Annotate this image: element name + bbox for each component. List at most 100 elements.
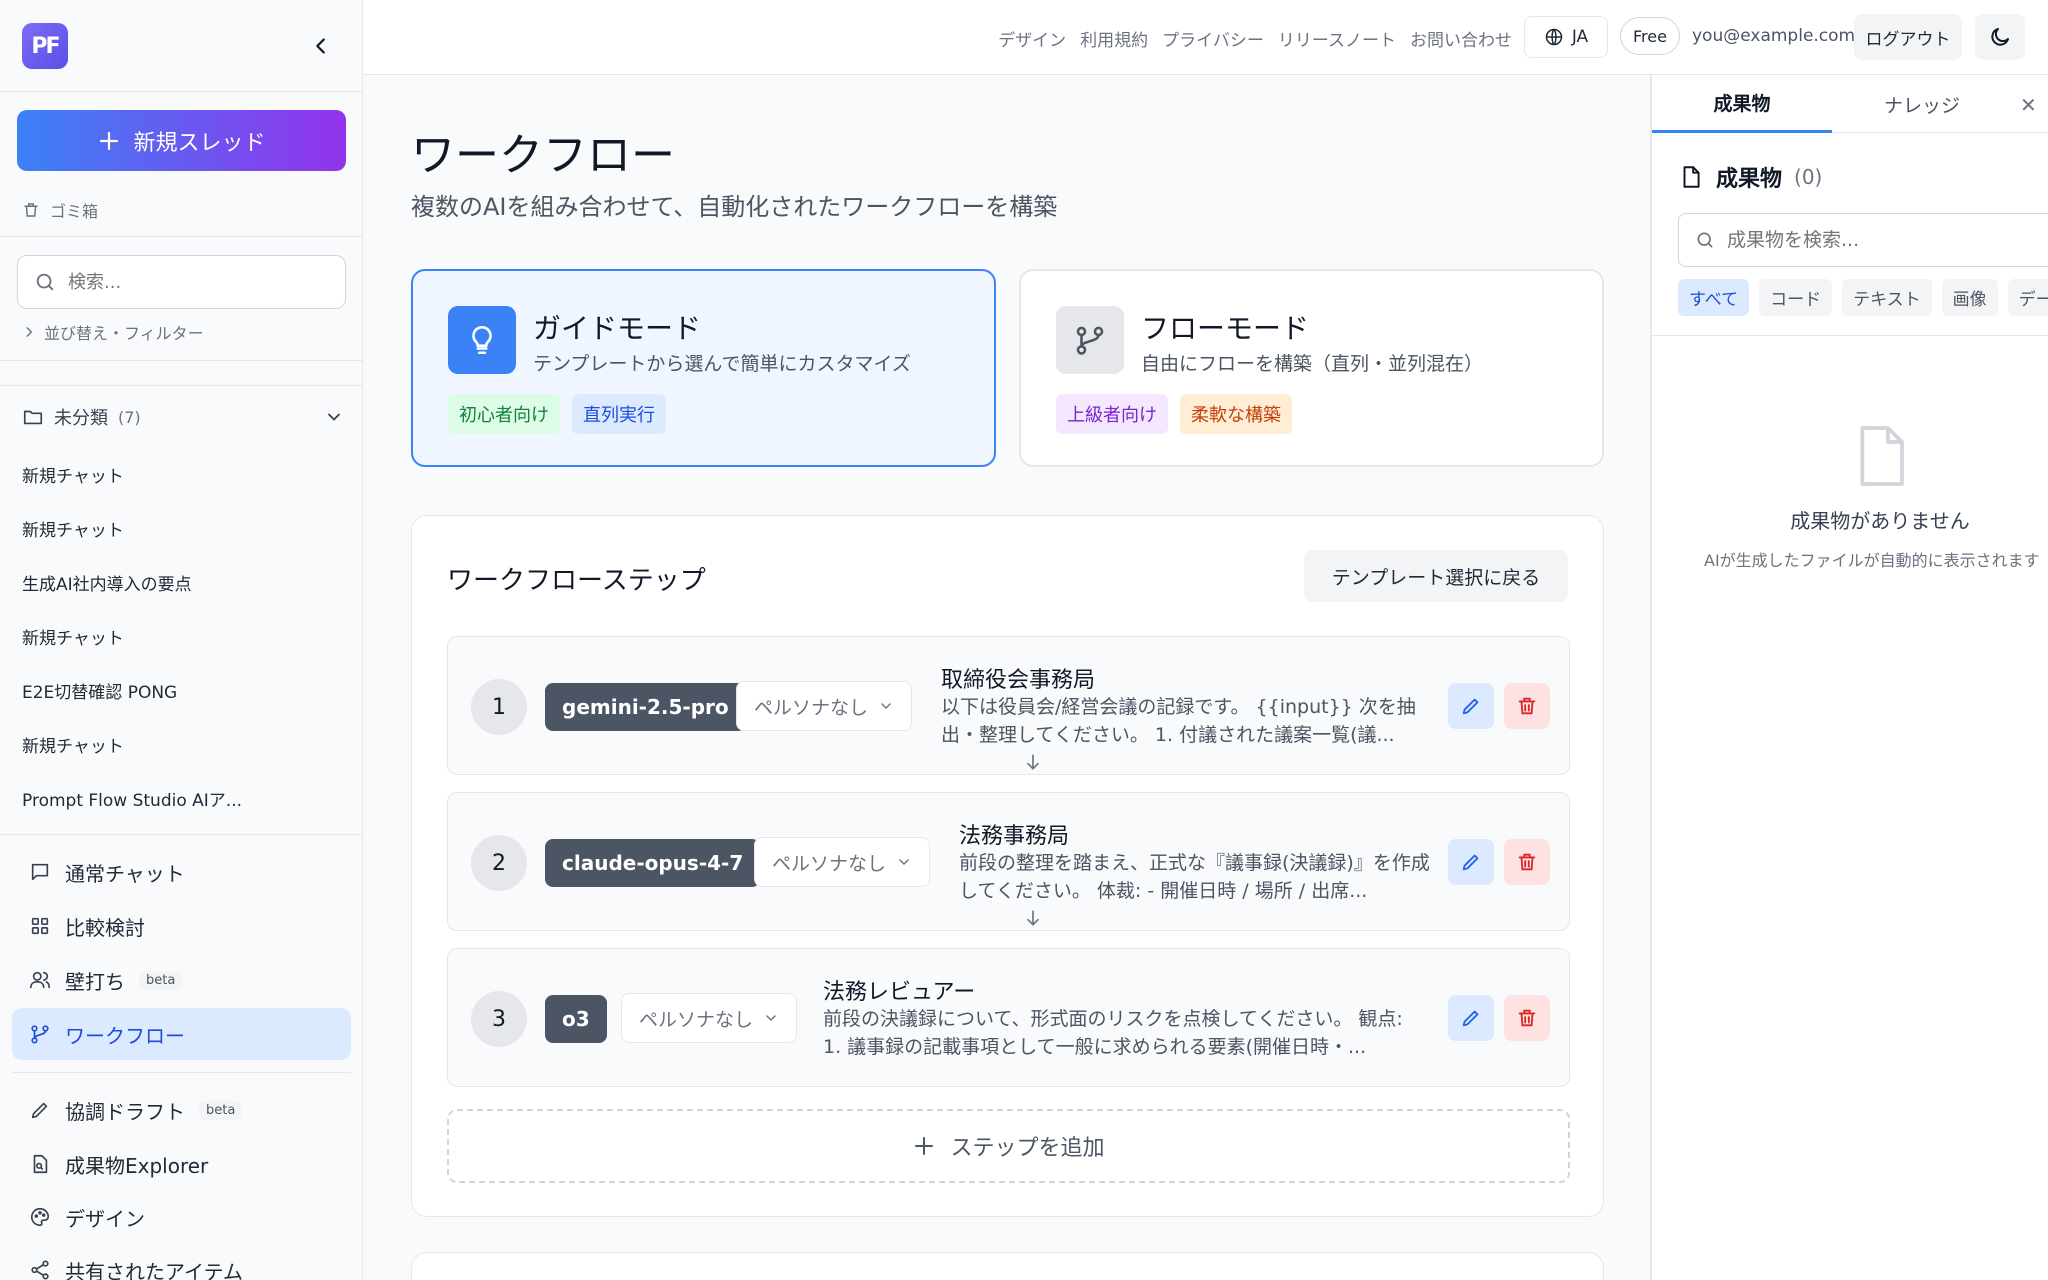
tag-flexible: 柔軟な構築	[1180, 394, 1292, 434]
divider	[0, 236, 362, 237]
edit-step-button[interactable]	[1448, 995, 1494, 1041]
chat-item[interactable]: 新規チャット	[22, 732, 342, 757]
plus-icon	[915, 1137, 934, 1155]
chat-item[interactable]: 新規チャット	[22, 462, 342, 487]
back-to-templates-button[interactable]: テンプレート選択に戻る	[1304, 550, 1568, 602]
model-badge[interactable]: gemini-2.5-pro	[545, 683, 746, 731]
language-label: JA	[1571, 27, 1589, 47]
chat-item[interactable]: 生成AI社内導入の要点	[22, 570, 342, 595]
step-number: 1	[471, 679, 527, 735]
link-design[interactable]: デザイン	[998, 26, 1066, 51]
guide-mode-card[interactable]: ガイドモード テンプレートから選んで簡単にカスタマイズ 初心者向け 直列実行	[411, 269, 996, 467]
artifacts-title: 成果物	[1716, 167, 1783, 192]
link-release-notes[interactable]: リリースノート	[1278, 26, 1396, 51]
user-email: you@example.com	[1692, 26, 1856, 46]
pencil-icon	[1462, 698, 1479, 715]
delete-step-button[interactable]	[1504, 683, 1550, 729]
filter-all[interactable]: すべて	[1678, 279, 1750, 316]
model-badge[interactable]: o3	[545, 995, 607, 1043]
git-branch-icon	[1076, 326, 1104, 355]
chat-item[interactable]: 新規チャット	[22, 516, 342, 541]
tab-artifacts[interactable]: 成果物	[1652, 75, 1832, 133]
chat-item[interactable]: E2E切替確認 PONG	[22, 678, 342, 703]
link-privacy[interactable]: プライバシー	[1162, 26, 1264, 51]
step-prompt: 前段の決議録について、形式面のリスクを点検してください。 観点: 1. 議事録の…	[823, 1008, 1403, 1058]
chevron-left-icon	[316, 38, 325, 54]
sidebar: PF 新規スレッド ゴミ箱 並び替え・フィルター 未分類 (7) 新規チャット …	[0, 0, 363, 1280]
trash-icon	[1518, 1009, 1536, 1027]
divider	[1652, 335, 2048, 336]
step-name: 法務レビュアー	[823, 980, 976, 1005]
search-icon	[1697, 232, 1713, 248]
nav-brainstorm[interactable]: 壁打ち beta	[12, 954, 351, 1006]
chevron-down-icon	[899, 859, 909, 866]
top-links: デザイン 利用規約 プライバシー リリースノート お問い合わせ	[998, 26, 1512, 51]
empty-state-title: 成果物がありません	[1790, 509, 1970, 533]
nav-design[interactable]: デザイン	[12, 1191, 351, 1243]
mode-title: フローモード	[1141, 312, 1310, 345]
tab-knowledge[interactable]: ナレッジ	[1832, 75, 2012, 133]
close-icon[interactable]: ✕	[2020, 93, 2037, 117]
sort-filter-toggle[interactable]: 並び替え・フィルター	[22, 320, 204, 344]
filter-image[interactable]: 画像	[1941, 279, 1998, 316]
page-subtitle: 複数のAIを組み合わせて、自動化されたワークフローを構築	[411, 193, 1058, 221]
sidebar-search[interactable]	[17, 255, 346, 309]
nav-compare[interactable]: 比較検討	[12, 900, 351, 952]
nav-collab-draft[interactable]: 協調ドラフト beta	[12, 1084, 351, 1136]
artifacts-search-input[interactable]	[1727, 229, 2027, 251]
nav-normal-chat[interactable]: 通常チャット	[12, 846, 351, 898]
nav-label: 比較検討	[65, 915, 145, 940]
language-button[interactable]: JA	[1524, 16, 1608, 58]
new-thread-button[interactable]: 新規スレッド	[17, 110, 346, 171]
new-thread-label: 新規スレッド	[133, 130, 266, 156]
logout-button[interactable]: ログアウト	[1854, 14, 1962, 60]
chat-item[interactable]: 新規チャット	[22, 624, 342, 649]
filter-code[interactable]: コード	[1759, 279, 1833, 316]
search-icon	[36, 273, 54, 291]
trash-icon	[24, 203, 38, 217]
artifacts-search[interactable]	[1678, 213, 2048, 267]
folder-count: (7)	[118, 407, 141, 427]
step-prompt: 以下は役員会/経営会議の記録です。 {{input}} 次を抽出・整理してくださ…	[941, 696, 1416, 746]
nav-artifacts-explorer[interactable]: 成果物Explorer	[12, 1138, 351, 1190]
chat-item[interactable]: Prompt Flow Studio AIア...	[22, 786, 342, 811]
workflow-icon	[31, 1025, 49, 1044]
trash-link[interactable]: ゴミ箱	[22, 198, 98, 222]
artifacts-heading: 成果物 (0)	[1678, 161, 1822, 193]
persona-value: ペルソナなし	[639, 1008, 754, 1031]
filter-data[interactable]: データ	[2007, 279, 2048, 316]
filter-text[interactable]: テキスト	[1842, 279, 1932, 316]
flow-mode-card[interactable]: フローモード 自由にフローを構築（直列・並列混在） 上級者向け 柔軟な構築	[1019, 269, 1604, 467]
model-badge[interactable]: claude-opus-4-7	[545, 839, 761, 887]
mode-title: ガイドモード	[533, 312, 702, 345]
arrow-down-icon	[1023, 751, 1043, 773]
pen-icon	[31, 1102, 48, 1119]
collapse-sidebar-button[interactable]	[306, 31, 336, 61]
pencil-icon	[1462, 854, 1479, 871]
workflow-step: 2 claude-opus-4-7 ペルソナなし 法務事務局 前段の整理を踏まえ…	[447, 792, 1570, 931]
nav-shared-items[interactable]: 共有されたアイテム	[12, 1244, 351, 1280]
persona-select[interactable]: ペルソナなし	[621, 993, 798, 1043]
delete-step-button[interactable]	[1504, 839, 1550, 885]
trash-icon	[1518, 697, 1536, 715]
edit-step-button[interactable]	[1448, 839, 1494, 885]
persona-select[interactable]: ペルソナなし	[736, 681, 913, 731]
add-step-button[interactable]: ステップを追加	[447, 1109, 1570, 1183]
folder-uncategorized[interactable]: 未分類 (7)	[22, 404, 344, 430]
sidebar-search-input[interactable]	[68, 271, 318, 293]
app-logo[interactable]: PF	[22, 23, 68, 69]
link-terms[interactable]: 利用規約	[1080, 26, 1148, 51]
globe-icon	[1545, 28, 1563, 46]
nav-label: 壁打ち	[65, 969, 125, 994]
nav-workflow[interactable]: ワークフロー	[12, 1008, 351, 1060]
link-contact[interactable]: お問い合わせ	[1410, 26, 1512, 51]
edit-step-button[interactable]	[1448, 683, 1494, 729]
theme-toggle-button[interactable]	[1975, 14, 2025, 60]
persona-select[interactable]: ペルソナなし	[754, 837, 931, 887]
step-number: 3	[471, 991, 527, 1047]
steps-title: ワークフローステップ	[447, 566, 706, 596]
delete-step-button[interactable]	[1504, 995, 1550, 1041]
empty-file-icon	[1853, 423, 1909, 489]
artifacts-panel: 成果物 ナレッジ ✕ 成果物 (0) すべて コード テキスト 画像 データ 成…	[1650, 75, 2048, 1280]
step-prompt: 前段の整理を踏まえ、正式な『議事録(決議録)』を作成してください。 体裁: - …	[959, 852, 1430, 902]
